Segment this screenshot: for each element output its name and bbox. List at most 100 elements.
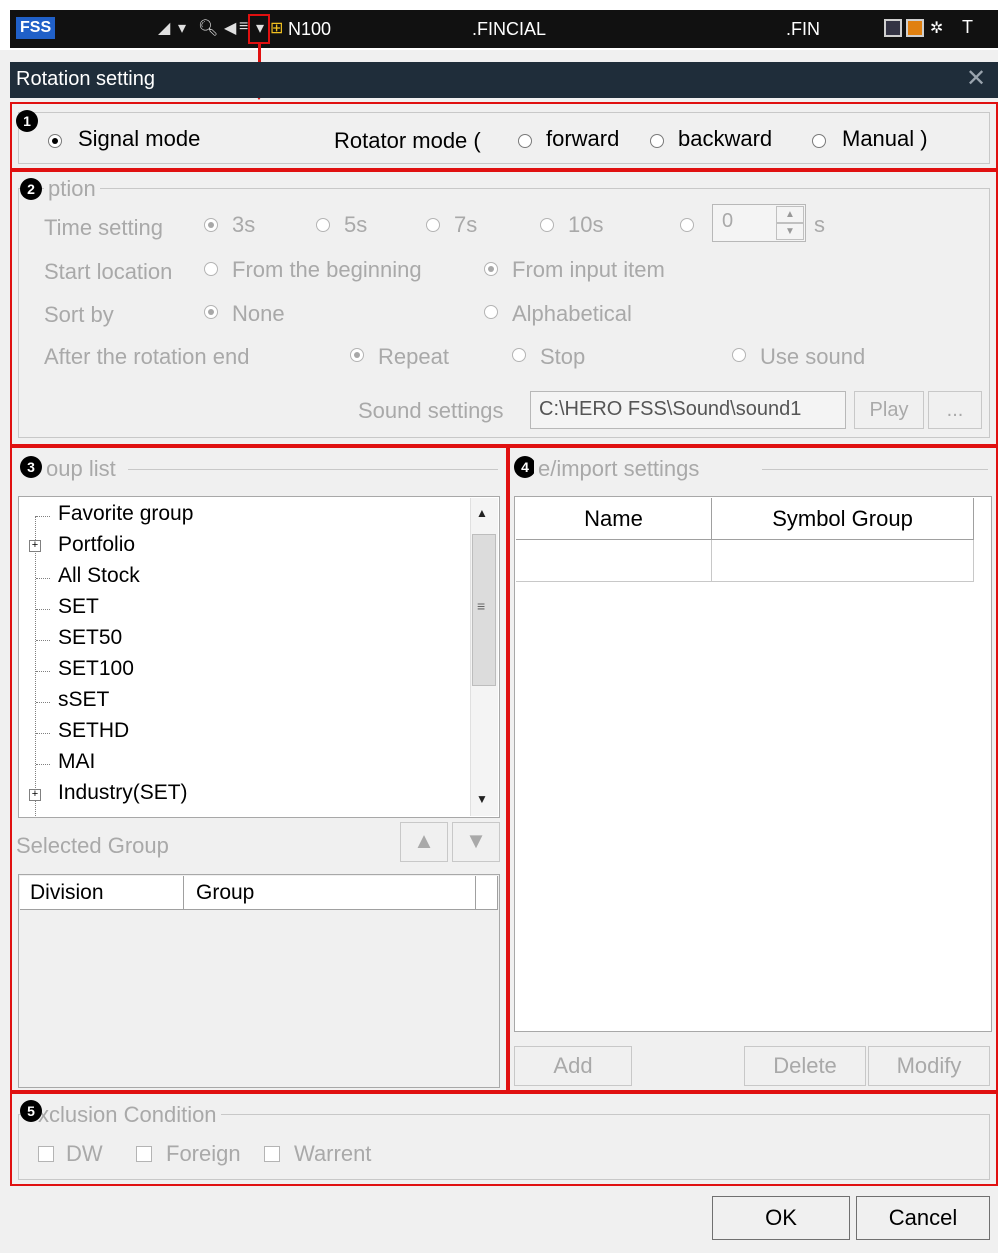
sort-alphabetical-radio[interactable] — [484, 305, 498, 319]
group-list-rule — [128, 469, 498, 470]
spin-up-icon[interactable]: ▲ — [776, 206, 804, 223]
rotator-mode-label: Rotator mode ( — [334, 128, 481, 153]
layout-icon[interactable] — [884, 19, 902, 37]
tree-item[interactable]: SET100 — [58, 657, 134, 681]
time-7s-label: 7s — [454, 212, 478, 237]
toolbar-fin: .FIN — [786, 19, 820, 39]
sound-path-field[interactable]: C:\HERO FSS\Sound\sound1 — [530, 391, 846, 429]
expand-portfolio-icon[interactable]: + — [29, 540, 41, 552]
warrent-checkbox[interactable] — [264, 1146, 280, 1162]
time-5s-radio[interactable] — [316, 218, 330, 232]
manual-radio[interactable] — [812, 134, 826, 148]
selected-group-label: Selected Group — [16, 833, 169, 858]
browse-button[interactable]: ... — [928, 391, 982, 429]
resize-icon: ◢ — [158, 20, 171, 37]
rotation-button-highlight — [248, 14, 270, 44]
tree-branch — [36, 733, 50, 734]
from-input-label: From input item — [512, 257, 665, 282]
tree-item[interactable]: All Stock — [58, 564, 140, 588]
tree-item[interactable]: sSET — [58, 688, 109, 712]
from-beginning-radio[interactable] — [204, 262, 218, 276]
backward-radio[interactable] — [650, 134, 664, 148]
time-3s-radio[interactable] — [204, 218, 218, 232]
after-stop-radio[interactable] — [512, 348, 526, 362]
delete-button[interactable]: Delete — [744, 1046, 866, 1086]
time-custom-radio[interactable] — [680, 218, 694, 232]
tree-item[interactable]: SETHD — [58, 719, 129, 743]
add-button[interactable]: Add — [514, 1046, 632, 1086]
name-column-header[interactable]: Name — [516, 498, 712, 540]
tree-branch — [36, 702, 50, 703]
cancel-button[interactable]: Cancel — [856, 1196, 990, 1240]
tree-item[interactable]: MAI — [58, 750, 95, 774]
time-7s-radio[interactable] — [426, 218, 440, 232]
forward-radio[interactable] — [518, 134, 532, 148]
sound-path-value: C:\HERO FSS\Sound\sound1 — [539, 398, 802, 420]
foreign-checkbox[interactable] — [136, 1146, 152, 1162]
window-icon[interactable] — [906, 19, 924, 37]
manual-label: Manual ) — [842, 126, 928, 151]
exclusion-legend: xclusion Condition — [34, 1102, 221, 1128]
ok-button[interactable]: OK — [712, 1196, 850, 1240]
play-button[interactable]: Play — [854, 391, 924, 429]
sort-alphabetical-label: Alphabetical — [512, 301, 632, 326]
custom-time-value: 0 — [722, 210, 734, 232]
sort-none-label: None — [232, 301, 285, 326]
toolbar-fincial: .FINCIAL — [472, 19, 547, 39]
time-5s-label: 5s — [344, 212, 368, 237]
move-up-button[interactable]: ▲ — [400, 822, 448, 862]
tree-branch — [36, 671, 50, 672]
dw-checkbox[interactable] — [38, 1146, 54, 1162]
dialog-title: Rotation setting — [16, 68, 155, 90]
close-icon[interactable]: ✕ — [966, 64, 986, 93]
badge-3: 3 — [20, 456, 42, 478]
scroll-up-icon[interactable]: ▲ — [476, 506, 488, 520]
after-repeat-label: Repeat — [378, 344, 449, 369]
speaker-icon[interactable]: ◀ — [224, 18, 236, 38]
symbol-group-column-header[interactable]: Symbol Group — [712, 498, 974, 540]
time-10s-radio[interactable] — [540, 218, 554, 232]
after-repeat-radio[interactable] — [350, 348, 364, 362]
tree-connector — [35, 516, 36, 816]
rotation-icon[interactable]: ⊞ — [270, 18, 283, 38]
from-input-radio[interactable] — [484, 262, 498, 276]
tree-branch — [36, 578, 50, 579]
gear-icon[interactable]: ✲ — [930, 18, 943, 38]
group-column-header[interactable]: Group — [184, 876, 476, 910]
dropdown-arrow-icon[interactable]: ▾ — [178, 18, 186, 38]
table-header-filler — [476, 876, 498, 910]
use-sound-radio[interactable] — [732, 348, 746, 362]
tree-item[interactable]: SET50 — [58, 626, 122, 650]
tree-item[interactable]: Industry(SET) — [58, 781, 188, 805]
start-location-label: Start location — [44, 259, 173, 284]
badge-1: 1 — [16, 110, 38, 132]
sort-by-label: Sort by — [44, 302, 114, 327]
tree-item[interactable]: SET — [58, 595, 99, 619]
move-down-button[interactable]: ▼ — [452, 822, 500, 862]
import-legend: e/import settings — [534, 456, 704, 482]
table-row[interactable] — [712, 540, 974, 582]
search-icon[interactable]: 🔍︎ — [198, 18, 218, 38]
after-end-label: After the rotation end — [44, 344, 250, 369]
time-10s-label: 10s — [568, 212, 604, 237]
table-row[interactable] — [516, 540, 712, 582]
signal-mode-label: Signal mode — [78, 126, 201, 151]
toolbar-t-button[interactable]: T — [962, 17, 973, 38]
scroll-down-icon[interactable]: ▼ — [476, 792, 488, 806]
badge-4: 4 — [514, 456, 536, 478]
time-3s-label: 3s — [232, 212, 256, 237]
modify-button[interactable]: Modify — [868, 1046, 990, 1086]
sort-none-radio[interactable] — [204, 305, 218, 319]
badge-5: 5 — [20, 1100, 42, 1122]
scroll-grip-icon: ≡ — [477, 598, 486, 614]
expand-industry-icon[interactable]: + — [29, 789, 41, 801]
after-stop-label: Stop — [540, 344, 586, 369]
forward-label: forward — [546, 126, 620, 151]
division-column-header[interactable]: Division — [20, 876, 184, 910]
tree-item[interactable]: Favorite group — [58, 502, 193, 526]
spin-down-icon[interactable]: ▼ — [776, 223, 804, 240]
tree-branch — [36, 764, 50, 765]
tree-item[interactable]: Portfolio — [58, 533, 135, 557]
signal-mode-radio[interactable] — [48, 134, 62, 148]
option-legend: ption — [44, 176, 100, 202]
